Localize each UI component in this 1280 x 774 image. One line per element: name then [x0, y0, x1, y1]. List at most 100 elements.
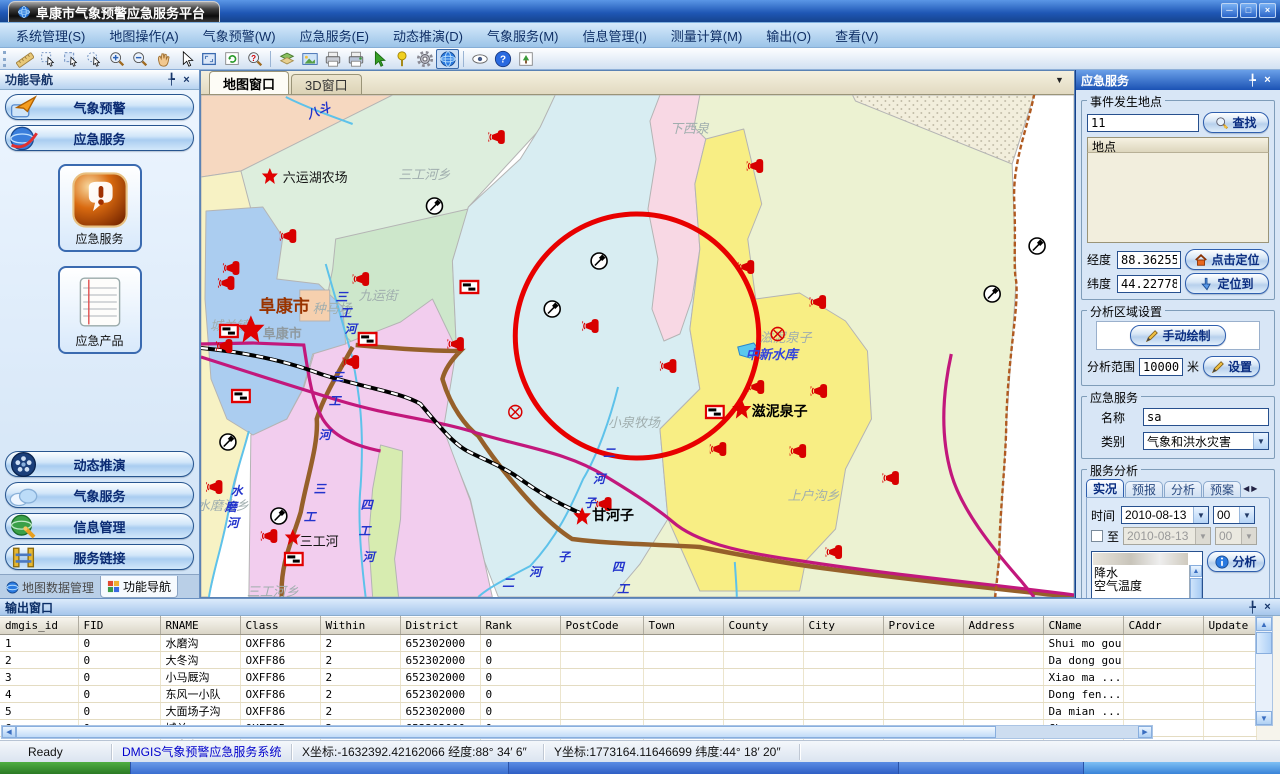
zoom-query-icon[interactable] — [243, 49, 266, 69]
station-marker-icon[interactable] — [271, 508, 287, 524]
column-header-Within[interactable]: Within — [320, 617, 400, 635]
column-header-FID[interactable]: FID — [78, 617, 160, 635]
scroll-up-icon[interactable]: ▲ — [1190, 565, 1202, 577]
tab-scroll-left-icon[interactable]: ◀ — [1242, 484, 1250, 493]
flag-marker-icon[interactable] — [359, 333, 377, 345]
map-canvas[interactable]: 三工河乡下西泉九运街种马场城关镇阜康市滋泥泉子小泉牧场上户沟乡水磨沟乡三工河乡 … — [201, 95, 1074, 597]
menu-item-1[interactable]: 地图操作(A) — [97, 26, 190, 45]
full-extent-icon[interactable] — [197, 49, 220, 69]
list-scrollbar[interactable]: ▲ — [1189, 565, 1202, 598]
date-to-dropdown[interactable]: 2010-08-13 ▼ — [1123, 527, 1211, 545]
service-name-input[interactable] — [1143, 408, 1269, 426]
pin-icon[interactable]: ╄ — [1245, 601, 1260, 614]
tab-analysis[interactable]: 分析 — [1164, 481, 1202, 497]
select-box-icon[interactable] — [59, 49, 82, 69]
station-marker-icon[interactable] — [220, 434, 236, 450]
nav-group-service-links[interactable]: 服务链接 — [5, 544, 194, 570]
column-header-Address[interactable]: Address — [963, 617, 1043, 635]
table-row[interactable]: 30小马厩沟OXFF8626523020000Xiao ma ... — [0, 669, 1256, 686]
scroll-thumb[interactable] — [1256, 632, 1272, 654]
column-header-Class[interactable]: Class — [240, 617, 320, 635]
select-feature-icon[interactable] — [367, 49, 390, 69]
date-dropdown[interactable]: 2010-08-13 ▼ — [1121, 506, 1209, 524]
toolbar-grip[interactable] — [3, 51, 9, 67]
location-keyword-input[interactable] — [1087, 114, 1199, 132]
scroll-thumb[interactable] — [16, 726, 996, 738]
help-icon[interactable] — [491, 49, 514, 69]
nav-group-emergency-service[interactable]: 应急服务 — [5, 125, 194, 151]
taskbar-segment[interactable] — [898, 762, 1083, 774]
tab-3d-window[interactable]: 3D窗口 — [291, 74, 362, 94]
location-list-header[interactable]: 地点 — [1087, 137, 1269, 153]
refresh-icon[interactable] — [220, 49, 243, 69]
minimize-button[interactable]: ─ — [1221, 3, 1238, 18]
close-icon[interactable]: × — [179, 74, 194, 86]
print-icon[interactable] — [321, 49, 344, 69]
locate-to-button[interactable]: 定位到 — [1185, 273, 1269, 294]
element-list[interactable]: 降水 空气温度 ▲ — [1091, 551, 1203, 598]
tab-map-window[interactable]: 地图窗口 — [209, 71, 289, 94]
menu-item-8[interactable]: 输出(O) — [754, 26, 823, 45]
output-horizontal-scrollbar[interactable]: ◀ ▶ — [1, 725, 1153, 739]
placemark-icon[interactable] — [390, 49, 413, 69]
column-header-RNAME[interactable]: RNAME — [160, 617, 240, 635]
nav-group-dynamic-deduction[interactable]: 动态推演 — [5, 451, 194, 477]
menu-item-0[interactable]: 系统管理(S) — [4, 26, 97, 45]
dropdown-arrow-icon[interactable]: ▼ — [1193, 507, 1208, 523]
flag-marker-icon[interactable] — [220, 325, 238, 337]
globe-icon[interactable] — [436, 49, 459, 69]
menu-item-7[interactable]: 测量计算(M) — [659, 26, 755, 45]
settings-gear-icon[interactable] — [413, 49, 436, 69]
output-vertical-scrollbar[interactable]: ▲ ▼ — [1255, 616, 1273, 726]
zoom-out-icon[interactable] — [128, 49, 151, 69]
menu-item-9[interactable]: 查看(V) — [823, 26, 890, 45]
click-locate-button[interactable]: 点击定位 — [1185, 249, 1269, 270]
station-marker-icon[interactable] — [544, 301, 560, 317]
pin-icon[interactable]: ╄ — [164, 73, 179, 86]
dropdown-arrow-icon[interactable]: ▼ — [1253, 433, 1268, 449]
select-polygon-icon[interactable] — [82, 49, 105, 69]
close-button[interactable]: × — [1259, 3, 1276, 18]
pointer-icon[interactable] — [174, 49, 197, 69]
export-image-icon[interactable] — [298, 49, 321, 69]
measure-icon[interactable] — [13, 49, 36, 69]
close-icon[interactable]: × — [1260, 601, 1275, 613]
tab-plan[interactable]: 预案 — [1203, 481, 1241, 497]
tab-live[interactable]: 实况 — [1086, 479, 1124, 497]
analyze-button[interactable]: 分析 — [1207, 551, 1265, 572]
column-header-Update[interactable]: Update — [1203, 617, 1256, 635]
scroll-thumb[interactable] — [1190, 578, 1202, 598]
table-row[interactable]: 20大冬沟OXFF8626523020000Da dong gou — [0, 652, 1256, 669]
latitude-input[interactable] — [1117, 275, 1181, 293]
analysis-range-input[interactable] — [1139, 358, 1183, 376]
station-marker-icon[interactable] — [426, 198, 442, 214]
tab-map-data-management[interactable]: 地图数据管理 — [0, 576, 100, 598]
station-marker-icon[interactable] — [984, 286, 1000, 302]
emergency-service-button[interactable]: 应急服务 — [58, 164, 142, 252]
maximize-button[interactable]: □ — [1240, 3, 1257, 18]
column-header-dmgis_id[interactable]: dmgis_id — [0, 617, 78, 635]
station-marker-icon[interactable] — [591, 253, 607, 269]
flag-marker-icon[interactable] — [460, 281, 478, 293]
column-header-CName[interactable]: CName — [1043, 617, 1123, 635]
close-icon[interactable]: × — [1260, 74, 1275, 86]
column-header-CAddr[interactable]: CAddr — [1123, 617, 1203, 635]
taskbar-segment[interactable] — [130, 762, 508, 774]
nav-group-weather-service[interactable]: 气象服务 — [5, 482, 194, 508]
location-list[interactable] — [1087, 153, 1269, 243]
menu-item-3[interactable]: 应急服务(E) — [288, 26, 381, 45]
hour-to-dropdown[interactable]: 00 ▼ — [1215, 527, 1257, 545]
scroll-right-icon[interactable]: ▶ — [1138, 726, 1152, 738]
table-row[interactable]: 50大面场子沟OXFF8626523020000Da mian ... — [0, 703, 1256, 720]
tab-scroll-right-icon[interactable]: ▶ — [1250, 484, 1258, 493]
map-window-menu-button[interactable]: ▼ — [1051, 75, 1068, 91]
hour-dropdown[interactable]: 00 ▼ — [1213, 506, 1255, 524]
zoom-in-icon[interactable] — [105, 49, 128, 69]
tab-function-nav[interactable]: 功能导航 — [100, 576, 178, 598]
scroll-up-icon[interactable]: ▲ — [1256, 617, 1272, 631]
longitude-input[interactable] — [1117, 251, 1181, 269]
table-row[interactable]: 10水磨沟OXFF8626523020000Shui mo gou — [0, 635, 1256, 652]
column-header-Town[interactable]: Town — [643, 617, 723, 635]
layers-icon[interactable] — [275, 49, 298, 69]
menu-item-6[interactable]: 信息管理(I) — [571, 26, 659, 45]
